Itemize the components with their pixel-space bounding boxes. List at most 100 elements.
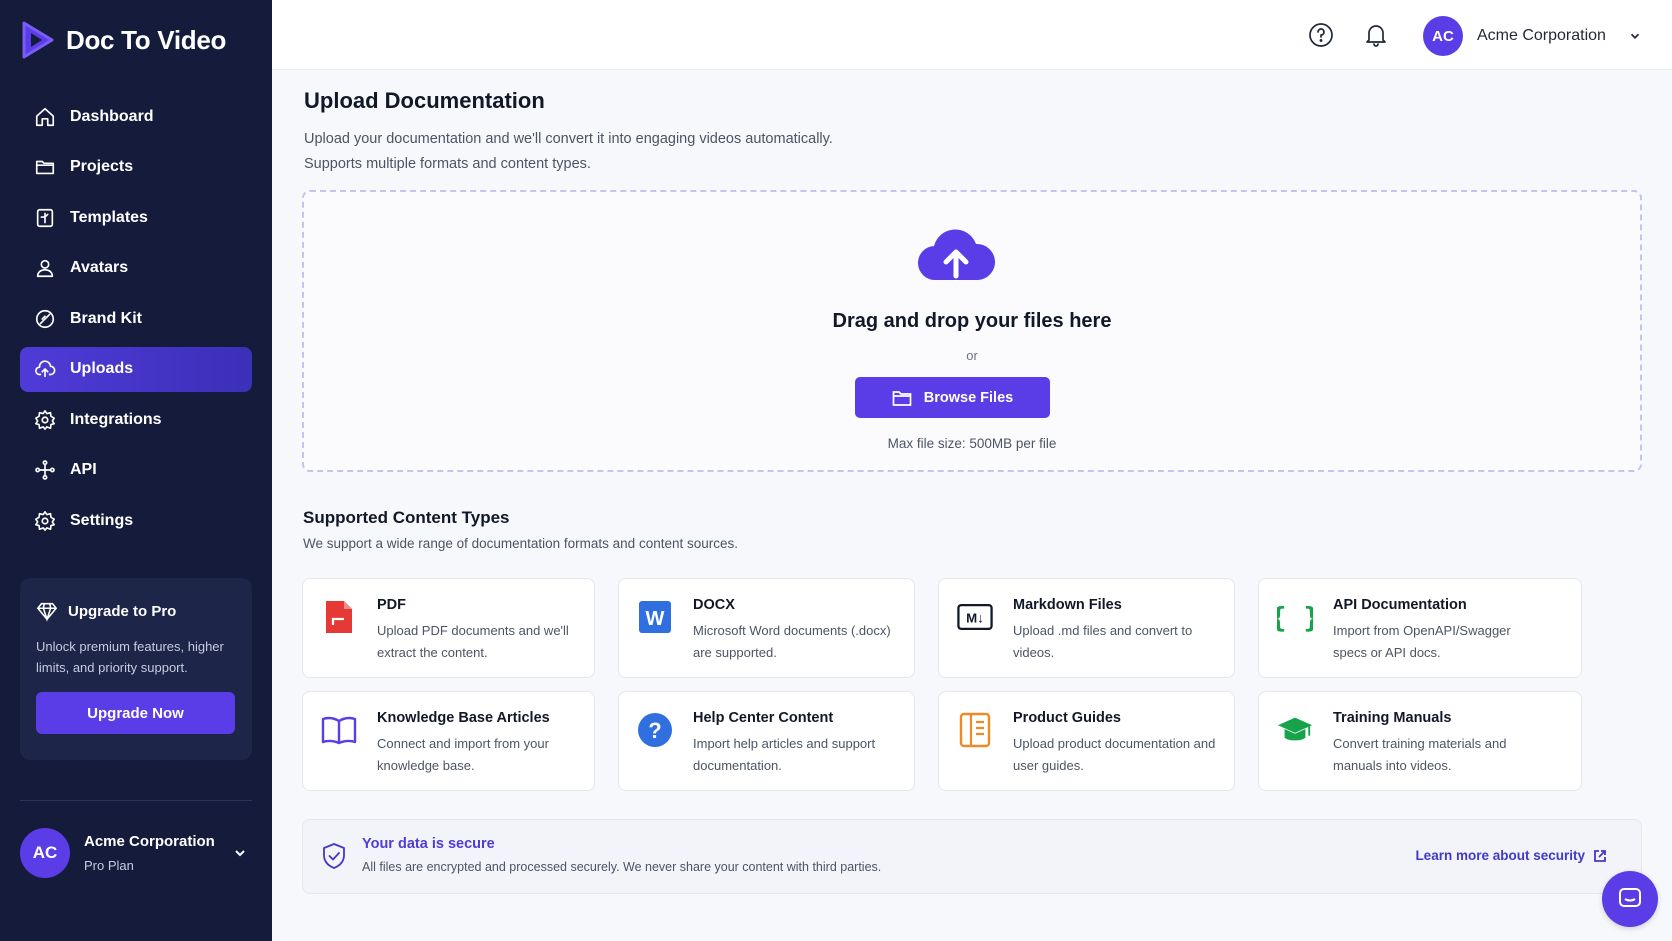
play-logo-icon [22,21,54,59]
sidebar-item-templates[interactable]: Templates [20,195,252,240]
section-subtitle: We support a wide range of documentation… [303,536,738,551]
braces-badge: { } [1277,601,1313,634]
word-icon: W [637,597,673,637]
braces-icon: { } [1277,597,1313,637]
word-badge: W [646,608,665,630]
page-subtitle-line: Supports multiple formats and content ty… [304,156,591,172]
sidebar-nav: Dashboard Projects Templates Avatars Bra… [20,94,252,549]
security-banner: Your data is secure All files are encryp… [302,819,1642,894]
avatar: AC [20,828,70,878]
card-description: Upload product documentation and user gu… [1013,736,1216,773]
sidebar-item-uploads[interactable]: Uploads [20,346,252,392]
external-link-icon [1594,849,1606,862]
cloud-upload-icon [917,229,996,281]
sidebar-item-brand-kit[interactable]: Brand Kit [20,296,252,341]
help-button[interactable] [1308,22,1334,48]
sidebar-item-label: Dashboard [70,107,154,125]
help-circle-icon [1309,23,1333,47]
max-file-size: Max file size: 500MB per file [887,436,1057,451]
sidebar-item-avatars[interactable]: Avatars [20,246,252,291]
sidebar-item-api[interactable]: API [20,448,252,493]
sidebar-item-projects[interactable]: Projects [20,145,252,190]
guide-icon [957,710,993,750]
home-icon [35,107,55,126]
help-circle-icon: ? [637,710,673,750]
palette-icon [35,309,55,328]
pdf-icon [321,597,357,637]
learn-more-label: Learn more about security [1415,848,1585,863]
learn-more-security-link[interactable]: Learn more about security [1415,848,1607,863]
settings-icon [35,510,55,531]
account-switcher[interactable]: AC Acme Corporation Pro Plan [20,828,252,878]
sidebar-item-dashboard[interactable]: Dashboard [20,94,252,139]
upgrade-heading: Upgrade to Pro [36,600,236,622]
folder-icon [892,390,912,406]
sidebar: Doc To Video Dashboard Projects Template… [0,0,272,941]
upgrade-title: Upgrade to Pro [68,602,177,620]
markdown-icon: M↓ [957,597,993,637]
section-title: Supported Content Types [303,508,510,527]
browse-files-button[interactable]: Browse Files [855,377,1050,418]
chevron-down-icon [1630,33,1640,39]
help-badge: ? [648,718,661,743]
content-type-card-markdown[interactable]: M↓ Markdown Files Upload .md files and c… [938,578,1235,678]
sidebar-divider [20,800,252,801]
chat-icon [1619,888,1641,907]
content-type-card-docx[interactable]: W DOCX Microsoft Word documents (.docx) … [618,578,915,678]
content-type-card-api[interactable]: { } API Documentation Import from OpenAP… [1258,578,1582,678]
upgrade-card: Upgrade to Pro Unlock premium features, … [20,578,252,760]
content-type-card-pdf[interactable]: PDF Upload PDF documents and we'll extra… [302,578,595,678]
dropzone-or: or [966,348,978,363]
security-title: Your data is secure [362,836,495,852]
bell-icon [1366,25,1386,47]
page-subtitle-line: Upload your documentation and we'll conv… [304,131,833,147]
account-name: Acme Corporation [84,833,215,850]
page-subtitle: Upload your documentation and we'll conv… [304,127,833,177]
sidebar-item-settings[interactable]: Settings [20,498,252,543]
cloud-upload-icon [35,360,56,378]
sidebar-item-label: Templates [70,208,148,226]
card-title: PDF [377,597,406,613]
upgrade-now-button[interactable]: Upgrade Now [36,692,235,734]
template-icon [36,208,54,227]
card-title: Markdown Files [1013,597,1122,613]
card-title: Help Center Content [693,710,834,726]
notifications-button[interactable] [1363,22,1389,48]
card-description: Upload .md files and convert to videos. [1013,623,1193,660]
top-bar: AC Acme Corporation [272,0,1672,70]
card-title: DOCX [693,597,735,613]
sidebar-item-label: API [70,461,97,478]
account-info: Acme Corporation Pro Plan [84,833,232,873]
content-type-card-help-center[interactable]: ? Help Center Content Import help articl… [618,691,915,791]
content-type-card-training-manuals[interactable]: Training Manuals Convert training materi… [1258,691,1582,791]
book-icon [321,710,357,750]
app-logo[interactable]: Doc To Video [20,20,226,60]
file-dropzone[interactable]: Drag and drop your files here or Browse … [302,190,1642,472]
markdown-badge: M↓ [966,611,984,626]
card-description: Upload PDF documents and we'll extract t… [377,623,569,660]
sidebar-item-integrations[interactable]: Integrations [20,397,252,442]
content-type-card-product-guides[interactable]: Product Guides Upload product documentat… [938,691,1235,791]
app-name: Doc To Video [66,24,227,55]
page-title: Upload Documentation [304,88,545,113]
card-title: Knowledge Base Articles [377,710,550,726]
card-title: API Documentation [1333,597,1467,613]
browse-files-label: Browse Files [923,389,1014,406]
api-icon [35,460,55,480]
avatar: AC [1423,16,1463,56]
security-text: All files are encrypted and processed se… [362,860,882,874]
diamond-icon [36,602,58,622]
account-plan: Pro Plan [84,858,134,873]
account-menu[interactable]: AC Acme Corporation [1423,16,1642,56]
content-type-card-knowledge-base[interactable]: Knowledge Base Articles Connect and impo… [302,691,595,791]
chat-support-button[interactable] [1602,871,1658,927]
upgrade-description: Unlock premium features, higher limits, … [36,639,224,675]
sidebar-item-label: Uploads [70,360,134,377]
chevron-down-icon [235,850,245,857]
account-name: Acme Corporation [1477,27,1606,44]
gear-icon [35,409,55,430]
folder-icon [35,160,55,175]
card-description: Import from OpenAPI/Swagger specs or API… [1333,623,1511,660]
shield-check-icon [321,842,347,870]
main-content: Upload Documentation Upload your documen… [272,70,1672,941]
